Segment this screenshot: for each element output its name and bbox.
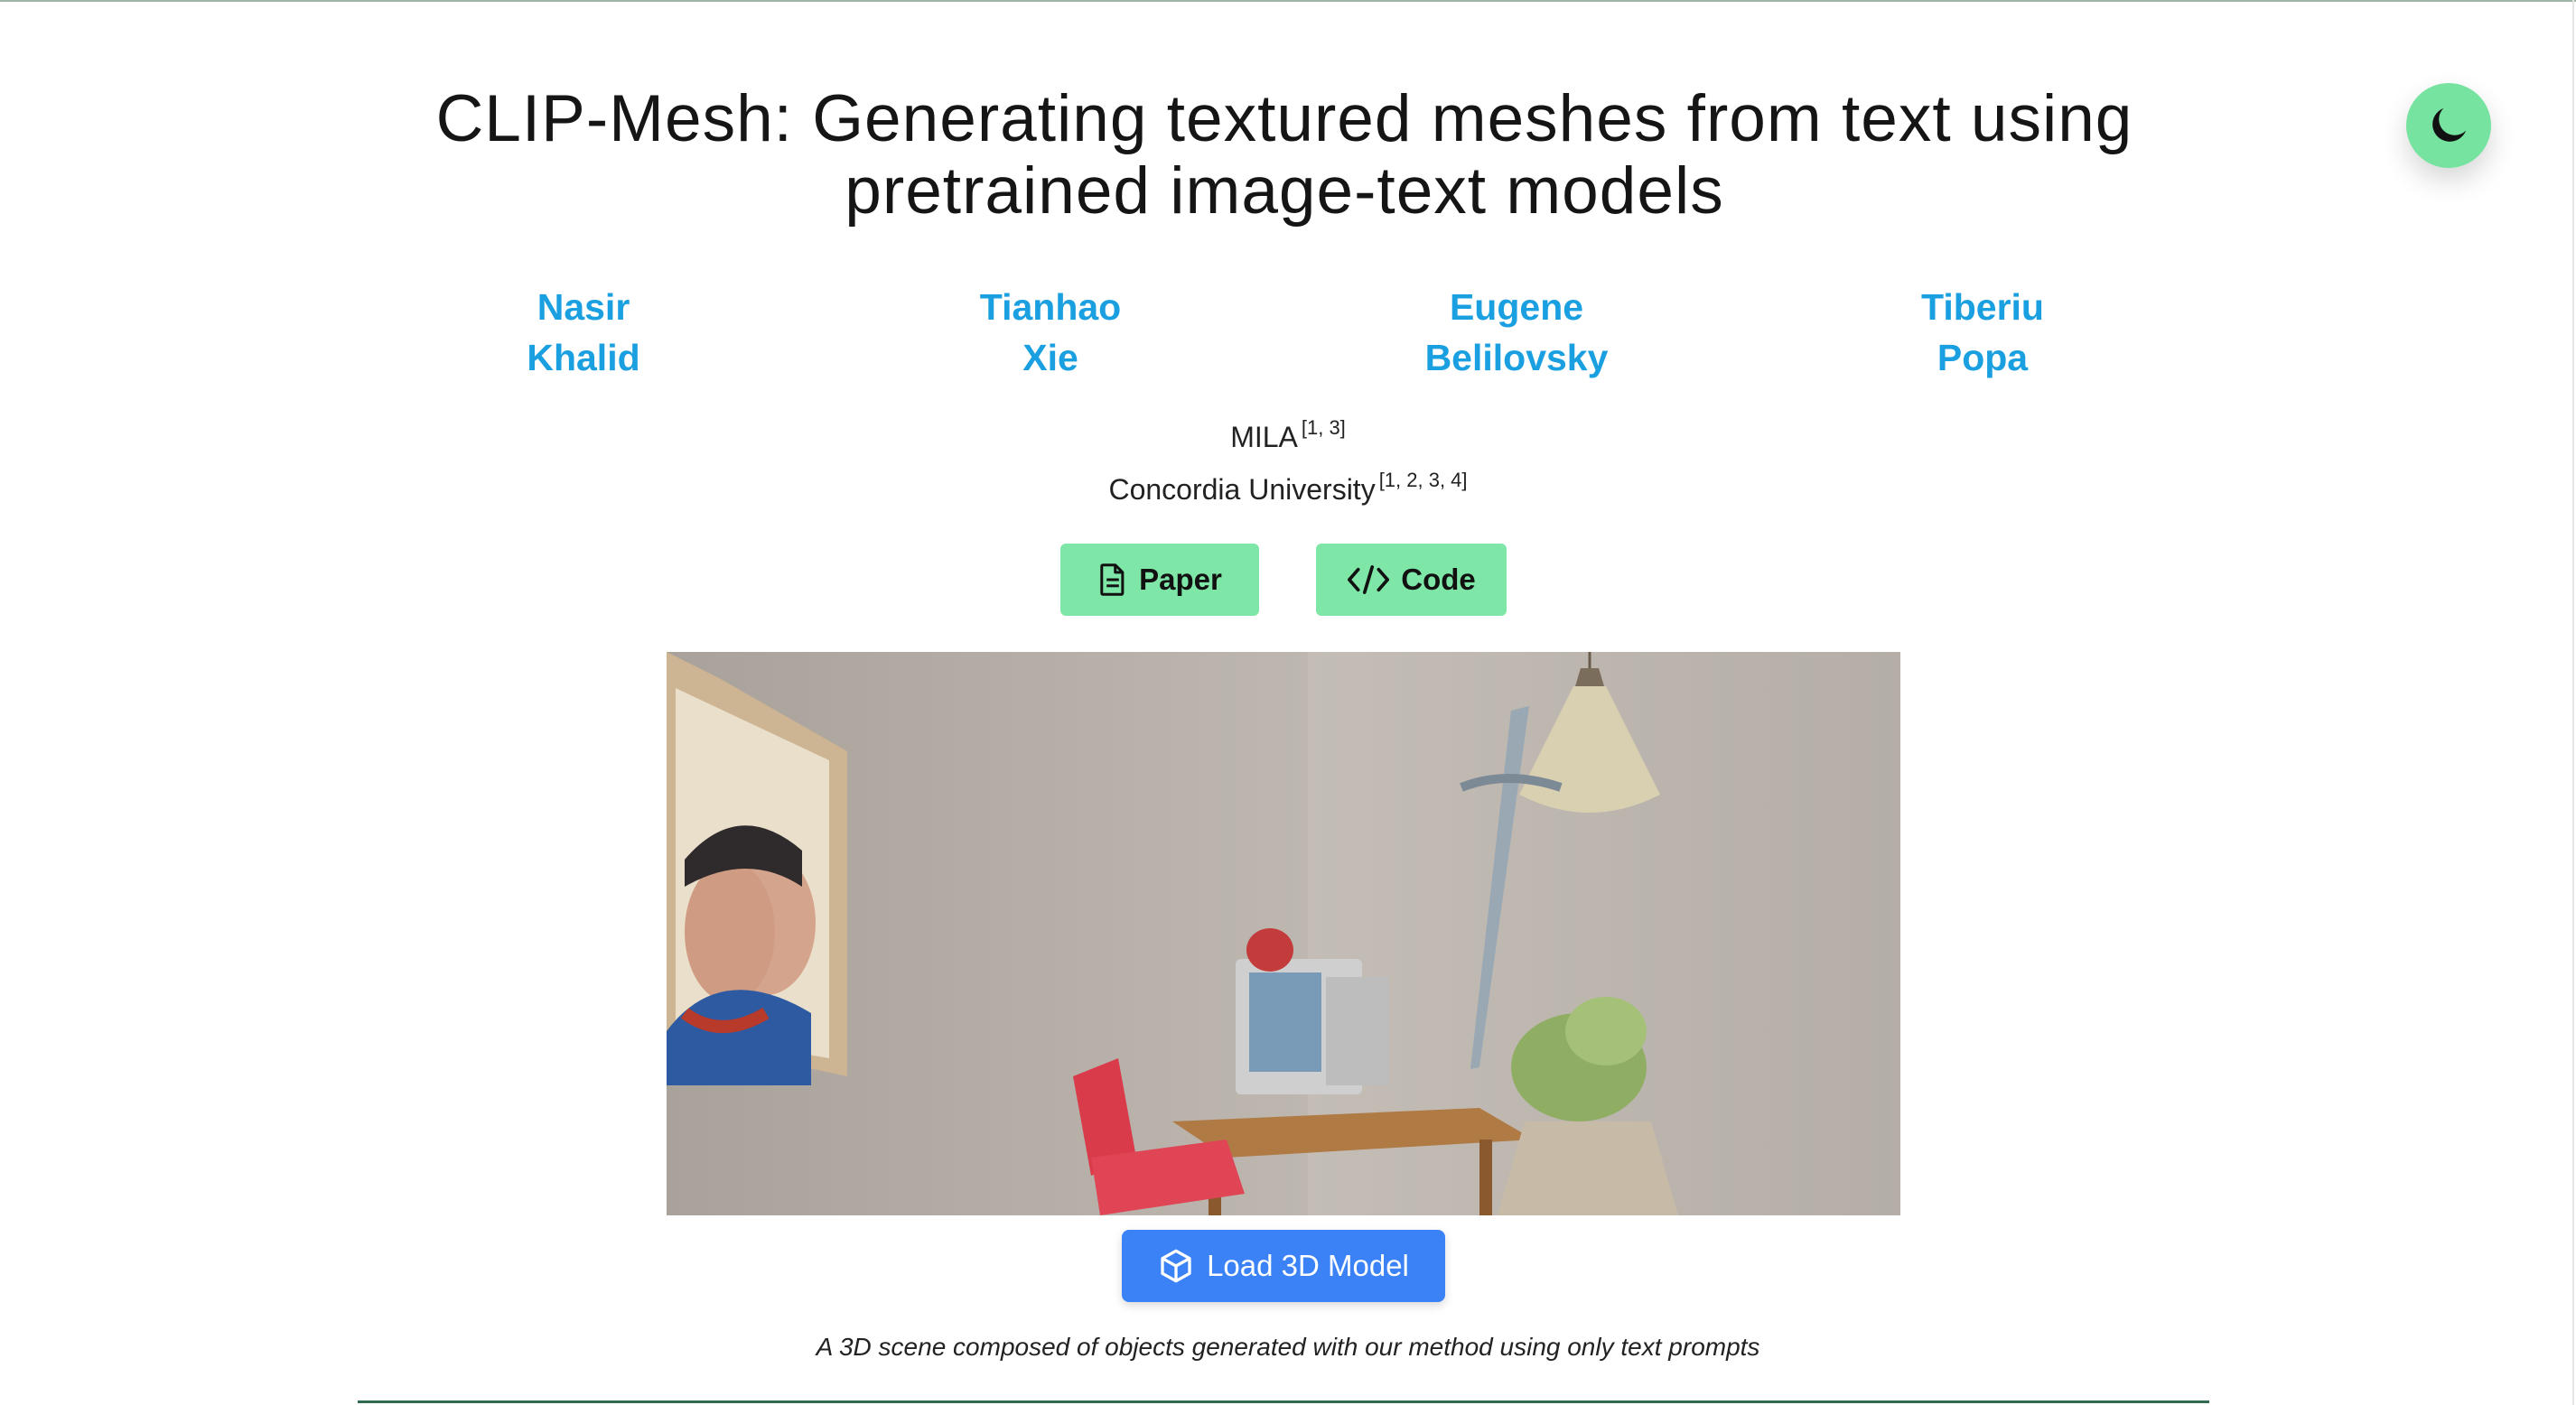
cube-icon xyxy=(1161,1249,1191,1283)
author-last-name: Xie xyxy=(1022,337,1078,378)
affiliation-refs: [1, 3] xyxy=(1301,416,1346,439)
page: CLIP-Mesh: Generating textured meshes fr… xyxy=(0,0,2576,1405)
author-last-name: Popa xyxy=(1937,337,2029,378)
author-last-name: Khalid xyxy=(527,337,640,378)
title-line-2: pretrained image-text models xyxy=(845,154,1724,228)
load-3d-model-button[interactable]: Load 3D Model xyxy=(1122,1230,1445,1302)
author-link-nasir-khalid[interactable]: Nasir Khalid xyxy=(421,282,746,383)
affiliation-mila: MILA [1, 3] xyxy=(927,406,1649,459)
section-divider xyxy=(358,1400,2209,1403)
author-first-name: Eugene xyxy=(1449,286,1584,328)
page-title: CLIP-Mesh: Generating textured meshes fr… xyxy=(294,83,2274,228)
title-line-1: CLIP-Mesh: Generating textured meshes fr… xyxy=(435,82,2133,155)
paper-button-label: Paper xyxy=(1139,563,1222,596)
author-first-name: Tiberiu xyxy=(1921,286,2044,328)
scene-illustration xyxy=(667,652,1900,1215)
figure-caption: A 3D scene composed of objects generated… xyxy=(816,1333,1760,1361)
author-link-eugene-belilovsky[interactable]: Eugene Belilovsky xyxy=(1354,282,1679,383)
author-last-name: Belilovsky xyxy=(1424,337,1609,378)
document-icon xyxy=(1100,563,1125,596)
top-divider xyxy=(0,0,2576,2)
affiliation-refs: [1, 2, 3, 4] xyxy=(1378,469,1468,491)
load-3d-model-label: Load 3D Model xyxy=(1207,1249,1409,1282)
author-first-name: Tianhao xyxy=(979,286,1122,328)
code-button-label: Code xyxy=(1401,563,1476,596)
author-link-tianhao-xie[interactable]: Tianhao Xie xyxy=(888,282,1213,383)
code-button[interactable]: Code xyxy=(1316,544,1507,616)
dark-mode-toggle[interactable] xyxy=(2406,83,2491,168)
paper-button[interactable]: Paper xyxy=(1060,544,1259,616)
author-link-tiberiu-popa[interactable]: Tiberiu Popa xyxy=(1820,282,2145,383)
code-icon xyxy=(1348,565,1390,594)
scene-preview-image xyxy=(667,652,1900,1215)
affiliation-name: Concordia University xyxy=(1108,473,1376,506)
affiliation-name: MILA xyxy=(1230,421,1298,453)
moon-icon xyxy=(2432,107,2467,142)
scrollbar-track[interactable] xyxy=(2572,0,2574,1405)
affiliation-concordia: Concordia University [1, 2, 3, 4] xyxy=(927,459,1649,511)
affiliations: MILA [1, 3] Concordia University [1, 2, 3,… xyxy=(927,406,1649,511)
author-first-name: Nasir xyxy=(537,286,630,328)
